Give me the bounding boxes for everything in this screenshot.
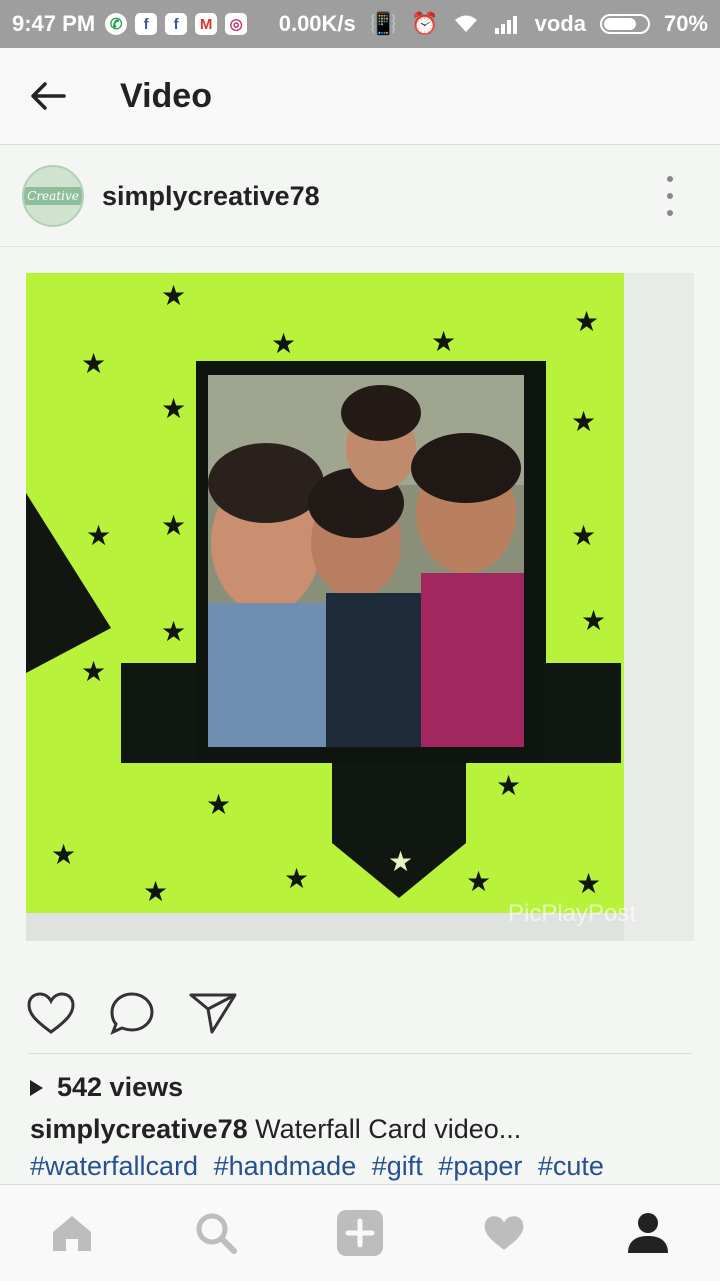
- page-title: Video: [120, 76, 212, 115]
- net-speed: 0.00K/s: [278, 11, 356, 36]
- avatar-logo-text: Creative: [24, 187, 82, 205]
- status-time: 9:47 PM: [12, 11, 96, 36]
- home-icon: [53, 1216, 91, 1251]
- svg-text:★: ★: [496, 769, 521, 802]
- post-caption: simplycreative78 Waterfall Card video...: [30, 1114, 521, 1145]
- vibrate-icon: 📳: [369, 11, 398, 36]
- status-bar: 9:47 PM ✆ f f M ◎ 0.00K/s 📳 ⏰ voda 70%: [0, 0, 720, 48]
- gmail-icon: M: [195, 13, 218, 35]
- nav-search[interactable]: [186, 1203, 246, 1263]
- search-icon: [196, 1213, 237, 1254]
- svg-text:★: ★: [431, 325, 456, 358]
- svg-text:★: ★: [51, 838, 76, 871]
- notification-icons: ✆ f f M ◎: [105, 13, 248, 35]
- heart-icon: [484, 1216, 524, 1250]
- send-icon: [189, 993, 237, 1034]
- svg-text:★: ★: [581, 604, 606, 637]
- more-options-button[interactable]: [660, 176, 680, 216]
- caption-text: Waterfall Card video...: [255, 1114, 522, 1144]
- svg-text:★: ★: [161, 392, 186, 425]
- svg-text:★: ★: [571, 405, 596, 438]
- bottom-nav: [0, 1184, 720, 1281]
- heart-outline-icon: [27, 992, 75, 1034]
- post-username[interactable]: simplycreative78: [102, 181, 320, 212]
- svg-text:★: ★: [576, 867, 601, 900]
- nav-add[interactable]: [330, 1203, 390, 1263]
- instagram-icon: ◎: [225, 13, 248, 35]
- wifi-icon: [454, 15, 477, 32]
- nav-profile[interactable]: [618, 1203, 678, 1263]
- svg-text:★: ★: [574, 305, 599, 338]
- back-button[interactable]: [28, 76, 68, 116]
- caption-username[interactable]: simplycreative78: [30, 1114, 248, 1144]
- svg-text:★: ★: [388, 845, 413, 878]
- facebook-icon: f: [135, 13, 158, 35]
- svg-text:★: ★: [571, 519, 596, 552]
- nav-activity[interactable]: [474, 1203, 534, 1263]
- hashtag-link[interactable]: #gift: [372, 1151, 423, 1181]
- video-frame: ★ ★ ★ ★ ★ ★ ★ ★ ★ ★ ★ ★ ★ ★ ★ ★ ★ ★ ★ ★ …: [26, 273, 694, 941]
- signal-icon: [494, 16, 517, 34]
- svg-text:★: ★: [81, 655, 106, 688]
- hashtags: #waterfallcard #handmade #gift #paper #c…: [30, 1151, 612, 1182]
- nav-home[interactable]: [42, 1203, 102, 1263]
- svg-text:★: ★: [81, 347, 106, 380]
- app-bar: Video: [0, 48, 720, 145]
- arrow-left-icon: [31, 82, 66, 110]
- add-icon: [337, 1210, 383, 1256]
- svg-text:★: ★: [161, 615, 186, 648]
- whatsapp-icon: ✆: [105, 13, 128, 35]
- svg-text:★: ★: [466, 865, 491, 898]
- svg-text:★: ★: [271, 327, 296, 360]
- view-count[interactable]: 542 views: [30, 1072, 183, 1103]
- hashtag-link[interactable]: #handmade: [214, 1151, 357, 1181]
- divider: [28, 1053, 692, 1054]
- avatar[interactable]: Creative: [22, 165, 84, 227]
- carrier-name: voda: [534, 11, 586, 36]
- share-button[interactable]: [188, 990, 238, 1036]
- like-button[interactable]: [26, 990, 76, 1036]
- facebook-icon: f: [165, 13, 188, 35]
- more-dot: [667, 210, 673, 216]
- svg-text:★: ★: [143, 875, 168, 908]
- play-icon: [30, 1079, 43, 1096]
- svg-text:★: ★: [161, 279, 186, 312]
- hashtag-link[interactable]: #cute: [538, 1151, 604, 1181]
- battery-icon: [599, 14, 650, 34]
- comment-icon: [110, 992, 154, 1035]
- views-label: 542 views: [57, 1072, 184, 1102]
- svg-text:★: ★: [86, 519, 111, 552]
- hashtag-link[interactable]: #waterfallcard: [30, 1151, 198, 1181]
- battery-percent: 70%: [663, 11, 708, 36]
- more-dot: [667, 193, 673, 199]
- profile-icon: [628, 1213, 668, 1253]
- alarm-icon: ⏰: [411, 11, 439, 36]
- post-actions: [0, 990, 720, 1040]
- svg-text:★: ★: [284, 862, 309, 895]
- video-player[interactable]: ★ ★ ★ ★ ★ ★ ★ ★ ★ ★ ★ ★ ★ ★ ★ ★ ★ ★ ★ ★ …: [26, 273, 694, 941]
- svg-text:★: ★: [161, 509, 186, 542]
- comment-button[interactable]: [107, 990, 157, 1036]
- hashtag-link[interactable]: #paper: [438, 1151, 522, 1181]
- more-dot: [667, 176, 673, 182]
- video-watermark: PicPlayPost: [508, 900, 636, 927]
- svg-text:★: ★: [206, 788, 231, 821]
- post-header: Creative simplycreative78: [0, 146, 720, 247]
